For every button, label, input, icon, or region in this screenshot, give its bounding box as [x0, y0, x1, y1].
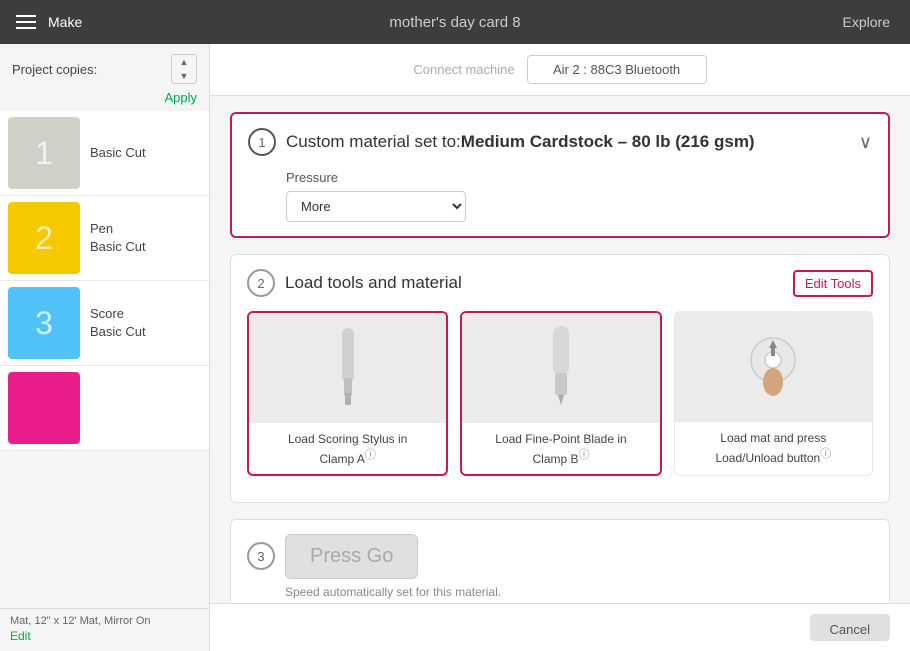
mat-label: Load mat and press Load/Unload buttonⓘ — [675, 422, 872, 473]
step3-note: Speed automatically set for this materia… — [247, 585, 873, 599]
app-title: Make — [48, 14, 82, 30]
step2-circle: 2 — [247, 269, 275, 297]
sidebar-footer: Mat, 12" x 12' Mat, Mirror On Edit — [0, 608, 209, 651]
sidebar-item-2[interactable]: 2 PenBasic Cut — [0, 196, 209, 281]
hamburger-menu-icon[interactable] — [16, 15, 36, 29]
tools-grid: Load Scoring Stylus in Clamp Aⓘ — [247, 311, 873, 476]
bottom-bar: Cancel — [210, 603, 910, 651]
step2-title: Load tools and material — [285, 273, 783, 293]
connect-machine-label: Connect machine — [413, 62, 514, 77]
copies-stepper[interactable]: ▲ ▼ — [171, 54, 197, 84]
scoring-stylus-image — [249, 313, 446, 423]
mat-image — [675, 312, 872, 422]
copies-up-button[interactable]: ▲ — [172, 55, 196, 69]
tool-card-scoring-stylus: Load Scoring Stylus in Clamp Aⓘ — [247, 311, 448, 476]
content-scroll: 1 Custom material set to:Medium Cardstoc… — [210, 96, 910, 603]
sidebar-item-3[interactable]: 3 ScoreBasic Cut — [0, 281, 209, 366]
sidebar: Project copies: ▲ ▼ Apply 1 Basic Cut 2 … — [0, 44, 210, 651]
machine-badge[interactable]: Air 2 : 88C3 Bluetooth — [527, 55, 707, 84]
step1-card: 1 Custom material set to:Medium Cardstoc… — [230, 112, 890, 238]
mat-info: Mat, 12" x 12' Mat, Mirror On — [10, 615, 199, 627]
edit-link[interactable]: Edit — [10, 629, 31, 643]
item-3-label: ScoreBasic Cut — [90, 305, 146, 341]
apply-button[interactable]: Apply — [0, 88, 209, 111]
step3-section: 3 Press Go Speed automatically set for t… — [230, 519, 890, 603]
step1-header[interactable]: 1 Custom material set to:Medium Cardstoc… — [248, 128, 872, 156]
blade-label: Load Fine-Point Blade in Clamp Bⓘ — [462, 423, 659, 474]
step3-circle: 3 — [247, 542, 275, 570]
item-2-label: PenBasic Cut — [90, 220, 146, 256]
thumb-2: 2 — [8, 202, 80, 274]
press-go-button[interactable]: Press Go — [285, 534, 418, 579]
copies-row: Project copies: ▲ ▼ — [0, 44, 209, 88]
blade-svg — [531, 323, 591, 413]
main-layout: Project copies: ▲ ▼ Apply 1 Basic Cut 2 … — [0, 44, 910, 651]
thumb-3: 3 — [8, 287, 80, 359]
step1-title: Custom material set to:Medium Cardstock … — [286, 132, 755, 152]
edit-tools-button[interactable]: Edit Tools — [793, 270, 873, 297]
sidebar-items-list: 1 Basic Cut 2 PenBasic Cut 3 ScoreBasic … — [0, 111, 209, 608]
content-panel: Connect machine Air 2 : 88C3 Bluetooth 1… — [210, 44, 910, 651]
thumb-4 — [8, 372, 80, 444]
explore-button[interactable]: Explore — [843, 14, 890, 30]
copies-down-button[interactable]: ▼ — [172, 69, 196, 83]
blade-image — [462, 313, 659, 423]
pressure-select[interactable]: More Default Less — [286, 191, 466, 222]
step2-header: 2 Load tools and material Edit Tools — [247, 269, 873, 297]
step1-circle: 1 — [248, 128, 276, 156]
copies-label: Project copies: — [12, 62, 97, 77]
cancel-button[interactable]: Cancel — [810, 614, 890, 641]
pressure-row: Pressure More Default Less — [248, 170, 872, 222]
info-icon-1: ⓘ — [365, 449, 376, 461]
tool-card-blade: Load Fine-Point Blade in Clamp Bⓘ — [460, 311, 661, 476]
mat-svg — [733, 322, 813, 412]
info-icon-3: ⓘ — [820, 448, 831, 460]
thumb-1: 1 — [8, 117, 80, 189]
step3-header: 3 Press Go — [247, 534, 873, 579]
sidebar-item-4[interactable] — [0, 366, 209, 451]
sidebar-item-1[interactable]: 1 Basic Cut — [0, 111, 209, 196]
scoring-stylus-label: Load Scoring Stylus in Clamp Aⓘ — [249, 423, 446, 474]
top-bar: Connect machine Air 2 : 88C3 Bluetooth — [210, 44, 910, 96]
app-header: Make mother's day card 8 Explore — [0, 0, 910, 44]
info-icon-2: ⓘ — [579, 449, 590, 461]
document-title: mother's day card 8 — [389, 14, 520, 31]
item-1-label: Basic Cut — [90, 144, 146, 162]
chevron-down-icon: ∨ — [859, 132, 872, 153]
tool-card-mat: Load mat and press Load/Unload buttonⓘ — [674, 311, 873, 476]
scoring-stylus-svg — [318, 323, 378, 413]
step2-section: 2 Load tools and material Edit Tools — [230, 254, 890, 503]
pressure-label: Pressure — [286, 170, 872, 185]
